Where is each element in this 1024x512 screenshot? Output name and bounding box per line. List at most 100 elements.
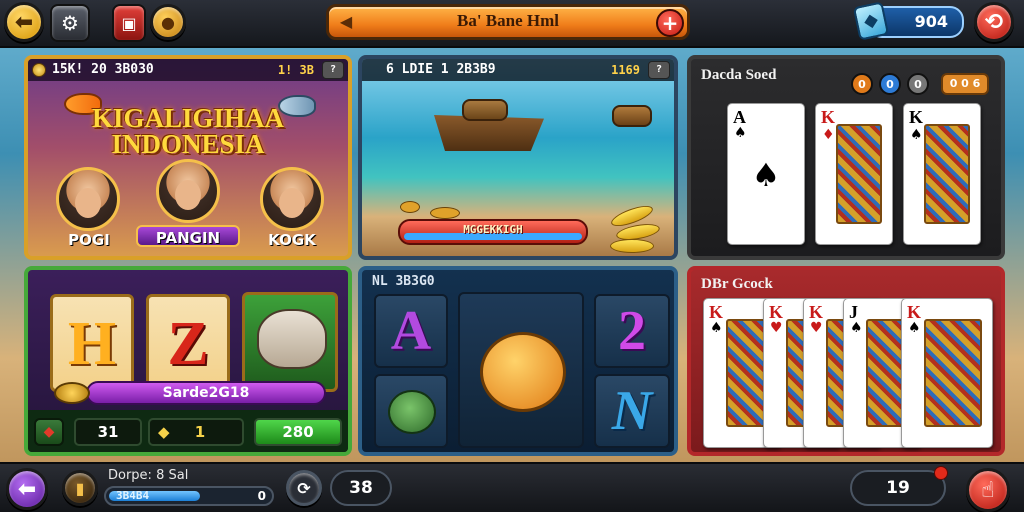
panel-title: DBr Gcock	[701, 276, 773, 292]
add-button[interactable]: +	[656, 9, 684, 37]
gear-icon: ⚙	[61, 11, 79, 35]
coin-icon	[32, 63, 46, 77]
title-bar[interactable]: ◀ Ba' Bane Hml +	[326, 4, 690, 40]
game-tile-match[interactable]: NL 3B3G0 A 2 N	[358, 266, 678, 456]
cookie-icon: ●	[161, 12, 175, 32]
rope-spool-icon	[612, 105, 652, 127]
playing-card[interactable]: K ♠	[901, 298, 993, 448]
playing-card[interactable]: K ♠	[903, 103, 981, 245]
letter-tile[interactable]: N	[594, 374, 670, 448]
flag-icon: ◀	[339, 12, 353, 31]
card-rank: J	[849, 302, 858, 322]
king-art-icon	[924, 124, 970, 224]
timer-icon: ⟳	[297, 478, 311, 498]
timer-button[interactable]: ⟳	[286, 470, 322, 506]
arrow-left-icon: ⬅	[17, 476, 37, 502]
panel-header: 15K! 20 3B030 1! 3B ?	[28, 59, 348, 81]
panel-header-left: 6 LDIE 1 2B3B9	[386, 62, 496, 77]
card-suit: ♥	[770, 320, 783, 336]
shop-button[interactable]: ▣	[112, 4, 146, 42]
number-tile[interactable]: 2	[594, 294, 670, 368]
back-button[interactable]: ⬅	[4, 2, 44, 42]
spade-icon: ♠	[751, 156, 781, 194]
avatar[interactable]	[56, 167, 120, 231]
xp-progress-end: 0	[257, 489, 266, 503]
card-rank: K	[709, 302, 724, 322]
panel-header-left: 15K! 20 3B030	[52, 62, 154, 77]
playing-card[interactable]: K ♦	[815, 103, 893, 245]
top-bar: ⬅ ⚙ ▣ ● ◀ Ba' Bane Hml + 904 ◆ ⟲	[0, 0, 1024, 48]
stat-bet: 31	[74, 418, 142, 446]
shield-icon[interactable]: ◆	[34, 418, 64, 446]
refresh-button[interactable]: ⟲	[974, 2, 1014, 42]
bottom-bar: ⬅ ▮ Dorpe: 8 Sal 3B4B4 0 ⟳ 38 19 ☝	[0, 462, 1024, 512]
card-rank: K	[809, 302, 824, 322]
progress-bar-label: MGGEKKIGH	[463, 223, 523, 236]
counter-display: 38	[330, 470, 392, 506]
panel-title: Dacda Soed	[701, 67, 777, 83]
coin-icon	[400, 201, 420, 213]
card-rank: A	[733, 107, 746, 127]
refresh-icon: ⟲	[984, 9, 1004, 35]
info-button[interactable]: ?	[322, 61, 344, 79]
turtle-tile[interactable]	[374, 374, 448, 448]
game-title-line1: KIGALIGIHAA	[91, 103, 285, 133]
avatar[interactable]	[260, 167, 324, 231]
page-title: Ba' Bane Hml	[456, 11, 559, 30]
card-rank: K	[821, 107, 836, 127]
game-tile-poker[interactable]: DBr Gcock K ♠ K ♥ K ♥ J ♠ K ♠	[687, 266, 1005, 456]
panel-header-right: 1169	[611, 63, 640, 77]
avatar[interactable]	[156, 159, 220, 223]
bag-icon: ▣	[121, 13, 137, 33]
action-button[interactable]: ☝	[966, 468, 1010, 512]
pointer-icon: ☝	[981, 477, 995, 503]
arrow-left-icon: ⬅	[14, 9, 34, 35]
game-title: KIGALIGIHAA INDONESIA	[28, 103, 348, 158]
notification-dot	[934, 466, 948, 480]
game-tile-cards[interactable]: Dacda Soed 0 0 0 0 0 6 A ♠ ♠ K ♦ K ♠	[687, 55, 1005, 260]
bet-badge: 0 0 6	[941, 73, 989, 95]
stat-lines: ◆ 1	[148, 418, 244, 446]
card-suit: ♠	[908, 320, 921, 336]
cookie-button[interactable]: ●	[150, 4, 186, 40]
info-button[interactable]: ?	[648, 61, 670, 79]
slot-reel	[242, 292, 338, 392]
player-name: PANGIN	[136, 225, 240, 247]
boat-cabin-icon	[462, 99, 508, 121]
chip-blue[interactable]: 0	[879, 73, 901, 95]
back-button[interactable]: ⬅	[6, 468, 48, 510]
card-rank: K	[907, 302, 922, 322]
card-suit: ♠	[734, 125, 747, 141]
panel-header-right: 1! 3B	[277, 63, 314, 77]
banana-icon	[610, 239, 654, 253]
coin-icon	[54, 382, 90, 404]
game-tile-indonesia[interactable]: 15K! 20 3B030 1! 3B ? KIGALIGIHAA INDONE…	[24, 55, 352, 260]
slot-reel: Z	[146, 294, 230, 392]
settings-button[interactable]: ⚙	[50, 4, 90, 42]
playing-card[interactable]: A ♠ ♠	[727, 103, 805, 245]
stat-win[interactable]: 280	[254, 418, 342, 446]
fish-tile[interactable]	[458, 292, 584, 448]
level-label: Dorpe: 8 Sal	[108, 468, 189, 483]
letter-tile[interactable]: A	[374, 294, 448, 368]
turtle-icon	[388, 390, 436, 434]
card-suit: ♥	[810, 320, 823, 336]
coin-icon	[430, 207, 460, 219]
xp-progress-text: 3B4B4	[116, 489, 150, 502]
chip-orange[interactable]: 0	[851, 73, 873, 95]
card-rank: K	[769, 302, 784, 322]
card-suit: ♠	[850, 320, 863, 336]
slot-footer: ◆ 31 ◆ 1 280	[28, 410, 348, 452]
chip-gray[interactable]: 0	[907, 73, 929, 95]
score-display: 19	[850, 470, 946, 506]
queen-art-icon	[924, 319, 982, 427]
diamond-icon: ◆	[158, 423, 170, 441]
pufferfish-icon	[480, 332, 566, 412]
slot-reel: H	[50, 294, 134, 392]
coin-button[interactable]: ▮	[62, 470, 98, 506]
creature-icon	[257, 309, 327, 369]
stat-lines-value: 1	[194, 423, 206, 441]
game-tile-beach[interactable]: 6 LDIE 1 2B3B9 1169 ? MGGEKKIGH	[358, 55, 678, 260]
game-tile-slots[interactable]: H Z Sarde2G18 ◆ 31 ◆ 1 280	[24, 266, 352, 456]
player-name: KOGK	[268, 231, 316, 249]
